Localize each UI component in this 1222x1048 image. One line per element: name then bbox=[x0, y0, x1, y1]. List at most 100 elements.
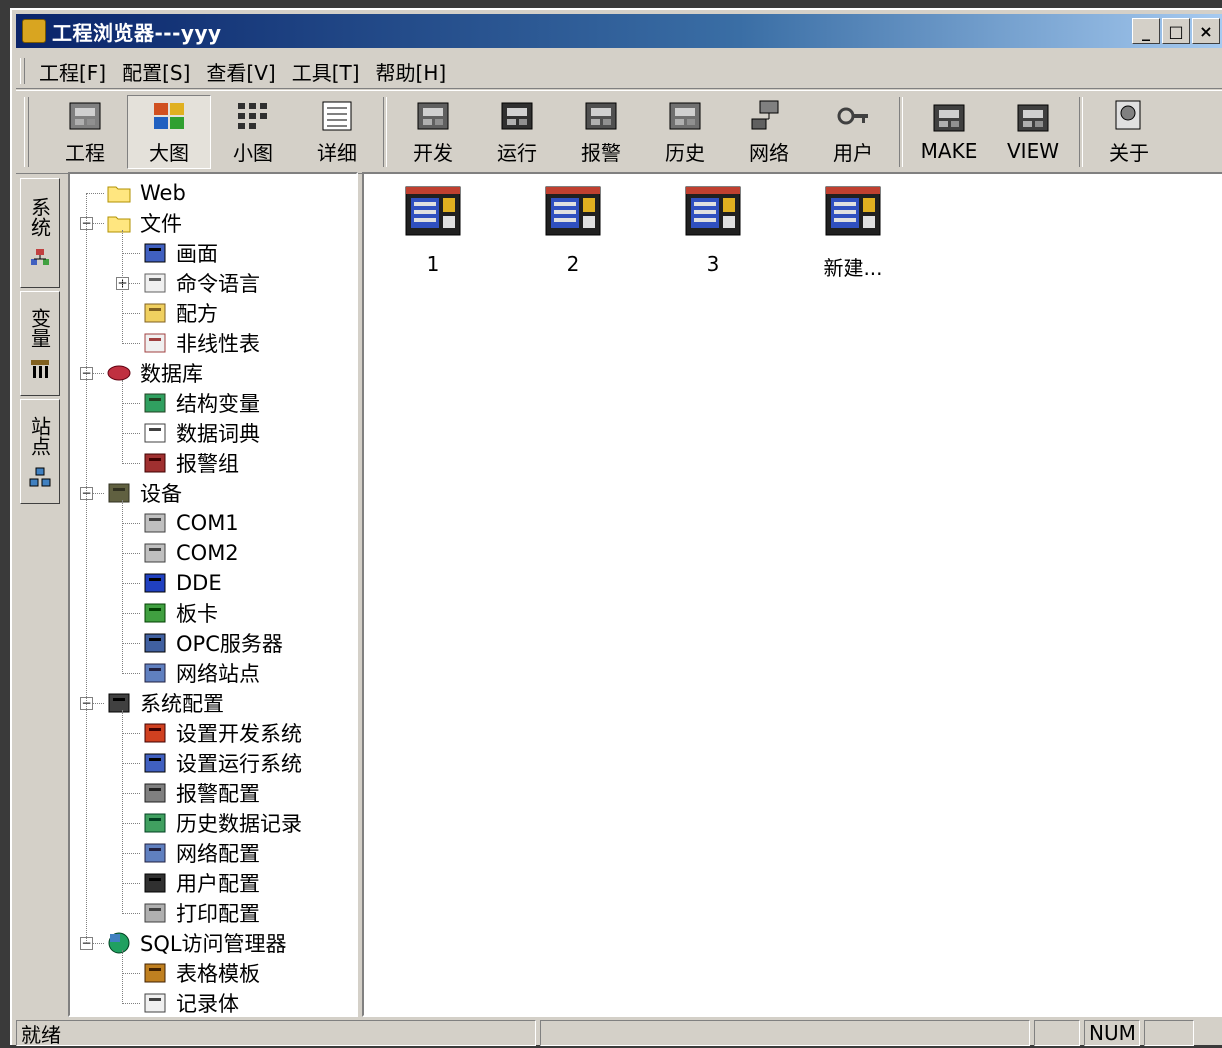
app-icon[interactable] bbox=[22, 19, 46, 43]
toolbar-button-10[interactable]: MAKE bbox=[907, 91, 991, 173]
tree-item[interactable]: 打印配置 bbox=[142, 898, 260, 928]
details-icon bbox=[322, 101, 352, 130]
run-settings-icon bbox=[144, 753, 166, 773]
network-icon bbox=[751, 100, 779, 129]
tree-connector bbox=[122, 853, 140, 854]
toolbar-button-9[interactable]: 用户 bbox=[811, 91, 895, 173]
content-pane[interactable]: 1 2 3 新建... bbox=[362, 172, 1222, 1017]
tab-station[interactable]: 站点 bbox=[20, 399, 60, 504]
tree-item[interactable]: 结构变量 bbox=[142, 388, 260, 418]
nonlinear-table-icon bbox=[144, 333, 166, 353]
tree-item[interactable]: 报警配置 bbox=[142, 778, 260, 808]
tree-connector bbox=[122, 553, 140, 554]
tree-item[interactable]: 历史数据记录 bbox=[142, 808, 302, 838]
status-panel-5 bbox=[1144, 1020, 1194, 1046]
screen-item[interactable]: 新建... bbox=[808, 186, 898, 281]
menu-config[interactable]: 配置[S] bbox=[114, 57, 198, 86]
tree-item[interactable]: 网络配置 bbox=[142, 838, 260, 868]
status-num: NUM bbox=[1084, 1020, 1140, 1046]
toolbar-button-3[interactable]: 详细 bbox=[295, 91, 379, 173]
tree-item[interactable]: COM2 bbox=[142, 538, 239, 568]
toolbar-button-1[interactable]: 大图 bbox=[127, 95, 211, 169]
tree-item[interactable]: OPC服务器 bbox=[142, 628, 283, 658]
toolbar-separator bbox=[1079, 97, 1083, 167]
toolbar-button-7[interactable]: 历史 bbox=[643, 91, 727, 173]
toolbar-button-8[interactable]: 网络 bbox=[727, 91, 811, 173]
user-icon bbox=[837, 107, 868, 124]
toolbar-grip[interactable] bbox=[24, 97, 29, 167]
main-window: 工程浏览器---yyy _ □ × 工程[F] 配置[S] 查看[V] 工具[T… bbox=[10, 8, 1222, 1047]
tree-item[interactable]: 记录体 bbox=[142, 988, 239, 1016]
history-record-icon bbox=[144, 813, 166, 833]
tree-item[interactable]: 报警组 bbox=[142, 448, 239, 478]
folder-icon bbox=[107, 186, 131, 203]
tree-item-label: 报警配置 bbox=[176, 782, 260, 806]
maximize-button[interactable]: □ bbox=[1162, 18, 1190, 44]
tree-item-label: Web bbox=[140, 181, 186, 205]
tree-item[interactable]: 画面 bbox=[142, 238, 218, 268]
tree-item[interactable]: 设备 bbox=[106, 478, 182, 508]
screen-file-icon bbox=[825, 186, 881, 236]
tree-item[interactable]: SQL访问管理器 bbox=[106, 928, 287, 958]
title-bar[interactable]: 工程浏览器---yyy _ □ × bbox=[16, 14, 1222, 48]
toolbar-button-12[interactable]: 关于 bbox=[1087, 91, 1171, 173]
tree-branch bbox=[122, 230, 123, 344]
screen-file-icon bbox=[545, 186, 601, 236]
small-icons-icon bbox=[238, 102, 267, 129]
screen-item[interactable]: 3 bbox=[668, 186, 758, 276]
board-icon bbox=[144, 603, 166, 623]
project-tree[interactable]: Web − 文件 画面 + 命令语言 配方 非线性表 − 数据库 结构变量 数据词典 报警组 − 设备 COM… bbox=[68, 172, 358, 1017]
tree-item-label: 报警组 bbox=[176, 452, 239, 476]
tree-item-label: 表格模板 bbox=[176, 962, 260, 986]
menubar-grip[interactable] bbox=[20, 58, 25, 84]
tree-connector bbox=[122, 883, 140, 884]
tree-connector bbox=[122, 313, 140, 314]
network-site-icon bbox=[144, 663, 166, 683]
tree-item[interactable]: Web bbox=[106, 178, 186, 208]
toolbar-button-6[interactable]: 报警 bbox=[559, 91, 643, 173]
alarm-group-icon bbox=[144, 453, 166, 473]
menu-help[interactable]: 帮助[H] bbox=[368, 57, 455, 86]
screen-icon bbox=[144, 243, 166, 263]
tree-item[interactable]: 命令语言 bbox=[142, 268, 260, 298]
toolbar-button-11[interactable]: VIEW bbox=[991, 91, 1075, 173]
tree-item[interactable]: 配方 bbox=[142, 298, 218, 328]
tree-item-label: 系统配置 bbox=[140, 692, 224, 716]
com-port-icon bbox=[144, 543, 166, 563]
tree-item[interactable]: 系统配置 bbox=[106, 688, 224, 718]
menu-project[interactable]: 工程[F] bbox=[31, 57, 114, 86]
tab-system[interactable]: 系统 bbox=[20, 178, 60, 288]
tree-item[interactable]: 文件 bbox=[106, 208, 182, 238]
toolbar-button-5[interactable]: 运行 bbox=[475, 91, 559, 173]
station-tab-icon bbox=[29, 467, 51, 486]
toolbar-button-0[interactable]: 工程 bbox=[43, 91, 127, 173]
toolbar-label: 关于 bbox=[1109, 140, 1149, 165]
screen-item[interactable]: 2 bbox=[528, 186, 618, 276]
tree-item[interactable]: 板卡 bbox=[142, 598, 218, 628]
menu-view[interactable]: 查看[V] bbox=[198, 57, 283, 86]
minimize-button[interactable]: _ bbox=[1132, 18, 1160, 44]
print-config-icon bbox=[144, 903, 166, 923]
tree-item[interactable]: 非线性表 bbox=[142, 328, 260, 358]
tree-item-label: 记录体 bbox=[176, 992, 239, 1016]
tools-icon bbox=[108, 693, 130, 713]
tree-item[interactable]: COM1 bbox=[142, 508, 239, 538]
tree-item[interactable]: 数据词典 bbox=[142, 418, 260, 448]
tree-item[interactable]: 表格模板 bbox=[142, 958, 260, 988]
tree-item[interactable]: 用户配置 bbox=[142, 868, 260, 898]
project-icon bbox=[69, 102, 101, 129]
screen-item[interactable]: 1 bbox=[388, 186, 478, 276]
tree-branch bbox=[122, 710, 123, 914]
toolbar-button-2[interactable]: 小图 bbox=[211, 91, 295, 173]
toolbar-button-4[interactable]: 开发 bbox=[391, 91, 475, 173]
tree-item-label: 数据词典 bbox=[176, 422, 260, 446]
tree-item[interactable]: 数据库 bbox=[106, 358, 203, 388]
tree-item[interactable]: 设置开发系统 bbox=[142, 718, 302, 748]
tree-item[interactable]: 网络站点 bbox=[142, 658, 260, 688]
close-button[interactable]: × bbox=[1192, 18, 1220, 44]
history-icon bbox=[669, 102, 701, 129]
tree-item[interactable]: DDE bbox=[142, 568, 222, 598]
tab-variable[interactable]: 变量 bbox=[20, 291, 60, 396]
tree-item[interactable]: 设置运行系统 bbox=[142, 748, 302, 778]
menu-tools[interactable]: 工具[T] bbox=[284, 57, 368, 86]
